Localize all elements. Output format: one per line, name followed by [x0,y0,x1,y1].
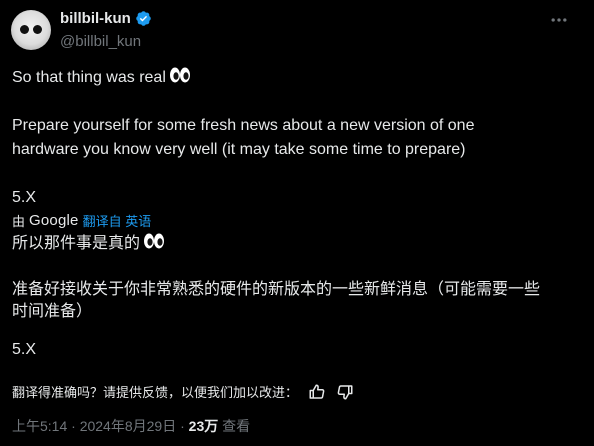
tweet-line-2b: hardware you know very well (it may take… [12,141,466,158]
tweet-text-line1: So that thing was real [12,69,166,86]
thumbs-down-icon[interactable] [336,383,354,401]
thumbs-up-icon[interactable] [308,383,326,401]
eyes-emoji-icon [143,232,165,258]
author-name[interactable]: billbil-kun [60,10,131,27]
translation-line-3: 5.X [12,341,37,358]
tweet-date[interactable]: 2024年8月29日 [80,418,177,434]
author-handle[interactable]: @billbil_kun [60,33,141,50]
translation-feedback-row: 翻译得准确吗？请提供反馈，以便我们加以改进： [12,382,354,401]
views-count: 23万 [188,418,219,434]
google-logo: Google [29,212,79,229]
meta-separator: · [71,418,76,434]
translation-text-line1: 所以那件事是真的 [12,235,141,252]
tweet-line-2a: Prepare yourself for some fresh news abo… [12,117,475,134]
translation-line-2a: 准备好接收关于你非常熟悉的硬件的新版本的一些新鲜消息（可能需要一些 [12,281,541,298]
eyes-emoji-icon [169,66,191,92]
translated-from-link[interactable]: 翻译自 英语 [83,211,152,230]
tweet-meta: 上午5:14 · 2024年8月29日 · 23万 查看 [12,416,250,436]
author-name-row: billbil-kun [60,10,152,27]
translation-line-1: 所以那件事是真的 [12,232,165,258]
more-options-icon[interactable] [549,10,569,30]
tweet-line-3: 5.X [12,189,37,206]
feedback-question: 翻译得准确吗？请提供反馈，以便我们加以改进： [12,385,299,400]
verified-badge-icon[interactable] [135,10,152,27]
translated-by-row: 由 Google 翻译自 英语 [12,211,151,230]
tweet-time[interactable]: 上午5:14 [12,418,67,434]
avatar[interactable] [11,10,51,50]
meta-separator: · [180,418,185,434]
avatar-eyes [19,25,43,34]
views-label: 查看 [222,418,251,434]
translation-line-2b: 时间准备） [12,303,93,320]
translated-by-prefix: 由 [12,214,26,229]
tweet-line-1: So that thing was real [12,66,191,92]
